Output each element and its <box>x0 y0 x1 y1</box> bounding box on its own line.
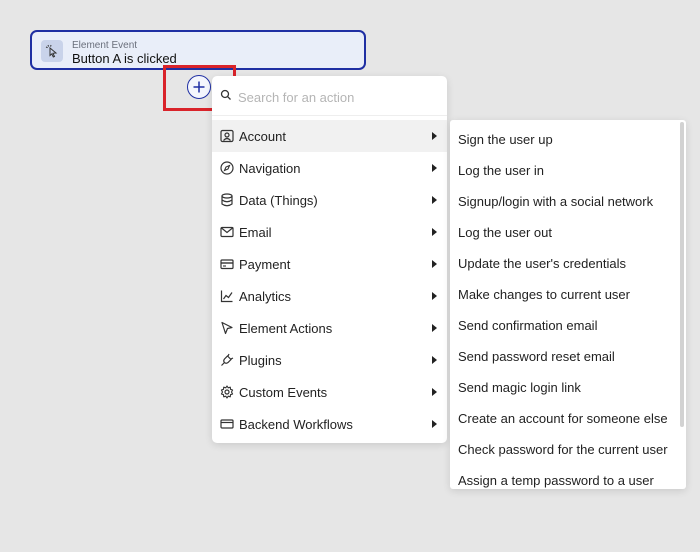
category-label: Analytics <box>239 288 292 304</box>
add-action-button[interactable] <box>187 75 211 99</box>
category-item-payment[interactable]: Payment <box>212 248 447 280</box>
element-event-card[interactable]: Element Event Button A is clicked <box>30 30 366 70</box>
user-card-icon <box>220 129 234 143</box>
category-item-plugins[interactable]: Plugins <box>212 344 447 376</box>
account-action-list: Sign the user up Log the user in Signup/… <box>450 124 678 489</box>
chevron-right-icon <box>432 132 437 140</box>
category-item-element-actions[interactable]: Element Actions <box>212 312 447 344</box>
action-send-magic-login-link[interactable]: Send magic login link <box>450 372 678 403</box>
chevron-right-icon <box>432 356 437 364</box>
category-item-custom-events[interactable]: Custom Events <box>212 376 447 408</box>
chevron-right-icon <box>432 196 437 204</box>
category-label: Data (Things) <box>239 192 318 208</box>
action-send-confirmation-email[interactable]: Send confirmation email <box>450 310 678 341</box>
category-label: Element Actions <box>239 320 333 336</box>
submenu-scrollbar[interactable] <box>680 122 684 427</box>
category-item-navigation[interactable]: Navigation <box>212 152 447 184</box>
category-label: Custom Events <box>239 384 328 400</box>
action-log-in[interactable]: Log the user in <box>450 155 678 186</box>
search-icon <box>220 89 232 101</box>
action-check-password[interactable]: Check password for the current user <box>450 434 678 465</box>
chevron-right-icon <box>432 260 437 268</box>
category-label: Account <box>239 128 286 144</box>
chart-line-icon <box>220 289 234 303</box>
event-title: Button A is clicked <box>72 51 177 66</box>
category-label: Email <box>239 224 272 240</box>
action-assign-temp-password[interactable]: Assign a temp password to a user <box>450 465 678 489</box>
category-item-email[interactable]: Email <box>212 216 447 248</box>
chevron-right-icon <box>432 292 437 300</box>
category-item-account[interactable]: Account <box>212 120 447 152</box>
chevron-right-icon <box>432 164 437 172</box>
plug-icon <box>220 353 234 367</box>
action-make-changes-current-user[interactable]: Make changes to current user <box>450 279 678 310</box>
search-row <box>212 76 447 116</box>
chevron-right-icon <box>432 420 437 428</box>
event-kicker: Element Event <box>72 40 138 51</box>
cursor-click-icon <box>41 40 63 62</box>
database-icon <box>220 193 234 207</box>
chevron-right-icon <box>432 228 437 236</box>
action-update-credentials[interactable]: Update the user's credentials <box>450 248 678 279</box>
chevron-right-icon <box>432 324 437 332</box>
category-label: Plugins <box>239 352 282 368</box>
category-list: Account Navigation Data (Things) Email P… <box>212 120 447 440</box>
action-sign-up[interactable]: Sign the user up <box>450 124 678 155</box>
gear-icon <box>220 385 234 399</box>
window-icon <box>220 417 234 431</box>
credit-card-icon <box>220 257 234 271</box>
category-label: Backend Workflows <box>239 416 353 432</box>
action-menu: Account Navigation Data (Things) Email <box>212 76 447 443</box>
category-label: Navigation <box>239 160 301 176</box>
action-create-account-for-someone[interactable]: Create an account for someone else <box>450 403 678 434</box>
category-label: Payment <box>239 256 291 272</box>
category-item-backend-workflows[interactable]: Backend Workflows <box>212 408 447 440</box>
action-log-out[interactable]: Log the user out <box>450 217 678 248</box>
chevron-right-icon <box>432 388 437 396</box>
account-submenu: Sign the user up Log the user in Signup/… <box>450 120 686 489</box>
search-input[interactable] <box>236 85 440 109</box>
action-send-password-reset-email[interactable]: Send password reset email <box>450 341 678 372</box>
action-social-login[interactable]: Signup/login with a social network <box>450 186 678 217</box>
plus-circle-icon <box>193 81 205 93</box>
envelope-icon <box>220 225 234 239</box>
category-item-data[interactable]: Data (Things) <box>212 184 447 216</box>
compass-icon <box>220 161 234 175</box>
pointer-icon <box>220 321 234 335</box>
category-item-analytics[interactable]: Analytics <box>212 280 447 312</box>
